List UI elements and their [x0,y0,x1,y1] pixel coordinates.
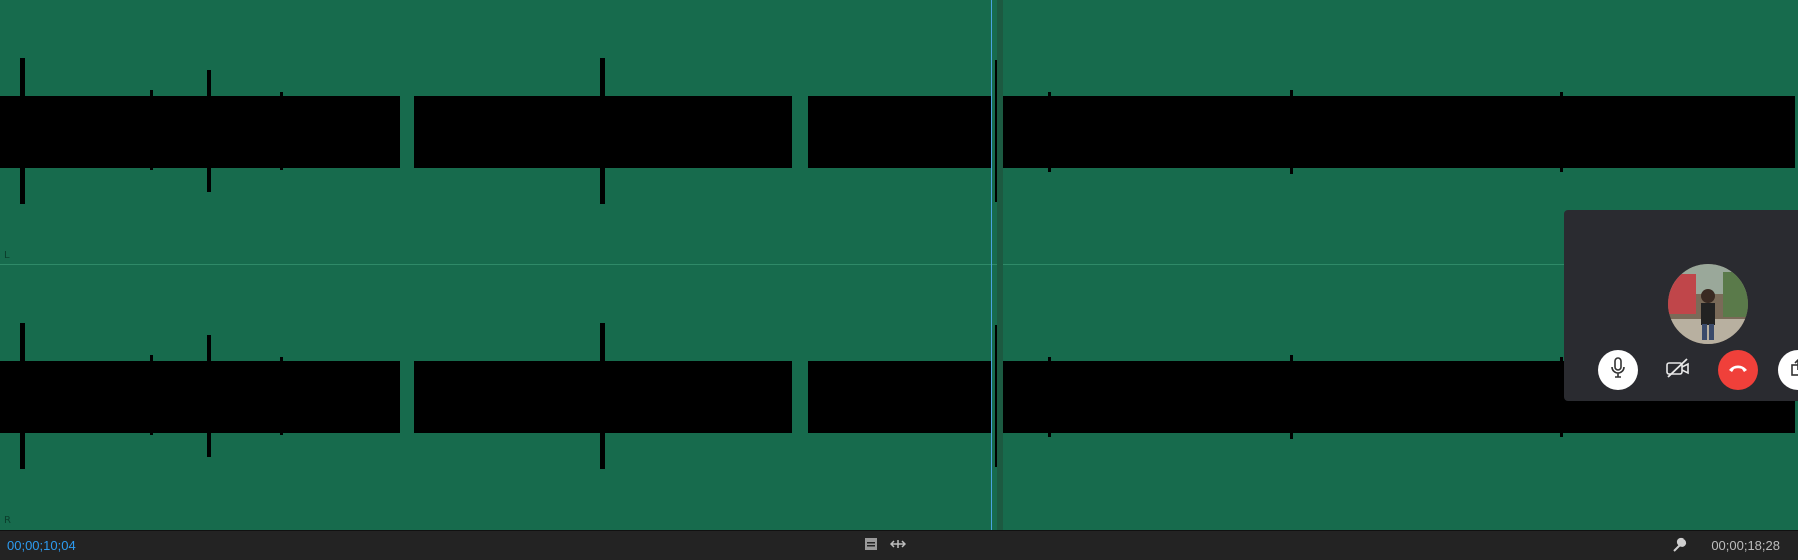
left-waveform-graphic [0,58,1795,204]
left-channel-waveform[interactable]: L [0,0,1798,265]
end-call-button[interactable] [1718,350,1758,390]
share-screen-icon [1789,358,1798,382]
channel-label-right: R [4,515,11,526]
phone-hangup-icon [1727,361,1749,379]
microphone-icon [1609,356,1627,384]
share-screen-button[interactable] [1778,350,1798,390]
duration-timecode: 00;00;18;28 [1711,538,1780,553]
timeline-status-bar: 00;00;10;04 00;00;18;28 [0,530,1798,560]
playhead[interactable] [991,0,992,530]
audio-waveform-panel[interactable]: L R [0,0,1798,530]
toggle-camera-button[interactable] [1658,350,1698,390]
right-channel-waveform[interactable]: R [0,265,1798,530]
camera-off-icon [1665,357,1691,384]
track-height-icon[interactable] [889,537,907,553]
right-waveform-graphic [0,323,1795,469]
channel-label-left: L [4,250,10,261]
mute-microphone-button[interactable] [1598,350,1638,390]
video-call-overlay[interactable] [1564,210,1798,401]
zoom-to-fit-icon[interactable] [864,537,880,553]
settings-wrench-icon[interactable] [1671,537,1687,553]
current-timecode[interactable]: 00;00;10;04 [7,538,76,553]
caller-avatar [1668,264,1748,344]
edit-point [997,0,1003,530]
